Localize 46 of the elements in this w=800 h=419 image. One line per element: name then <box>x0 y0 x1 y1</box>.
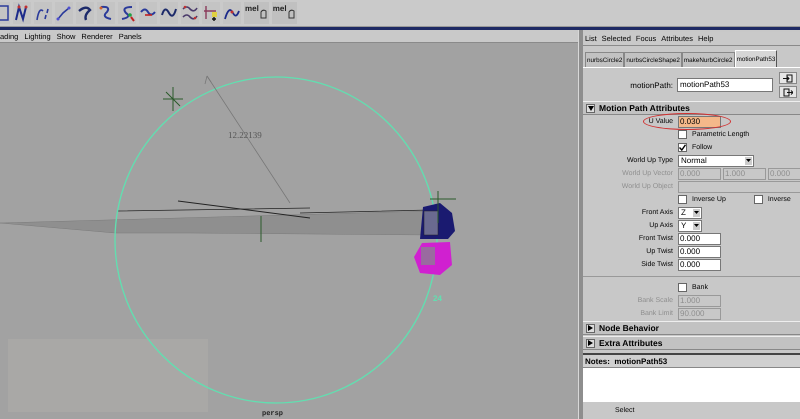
mel-script-button[interactable]: mel <box>272 2 297 24</box>
notes-title: Notes: motionPath53 <box>585 356 668 366</box>
square-icon[interactable] <box>0 2 10 24</box>
copy-node-button[interactable] <box>779 86 797 98</box>
notes-field[interactable] <box>583 367 800 402</box>
curve-tool-icon[interactable] <box>55 2 73 24</box>
checkbox[interactable] <box>678 195 687 204</box>
section-title: Extra Attributes <box>599 338 662 348</box>
value-field[interactable]: 0.000 <box>678 258 721 270</box>
node-name-field[interactable]: motionPath53 <box>677 78 773 92</box>
frame-label: 24 <box>433 294 442 303</box>
expand-toggle[interactable] <box>586 338 595 348</box>
curve-tool-icon[interactable] <box>139 2 157 24</box>
curve-tool-icon[interactable] <box>34 2 52 24</box>
section-title: Node Behavior <box>599 323 659 333</box>
field-label: motionPath: <box>629 80 674 90</box>
curve-tool-icon[interactable] <box>76 2 94 24</box>
caret-icon <box>745 156 752 164</box>
dropdown[interactable]: Y <box>678 220 702 232</box>
curve-tool-icon[interactable] <box>118 2 136 24</box>
curve-tool-icon[interactable] <box>13 2 31 24</box>
value-field[interactable]: 0.000 <box>678 232 721 244</box>
value-field[interactable]: 0.030 <box>678 116 721 128</box>
locator-cross <box>162 86 184 112</box>
curve-tool-icon[interactable] <box>97 2 115 24</box>
collapse-toggle[interactable] <box>586 104 595 112</box>
load-node-button[interactable] <box>779 72 797 84</box>
checkbox[interactable] <box>678 143 687 152</box>
dropdown[interactable]: Normal <box>678 154 754 166</box>
section-title: Motion Path Attributes <box>599 103 690 113</box>
expand-toggle[interactable] <box>586 324 595 332</box>
checkbox[interactable] <box>678 130 687 139</box>
script-icon <box>258 8 268 18</box>
checkbox[interactable] <box>754 195 763 204</box>
checkbox[interactable] <box>678 283 687 292</box>
curve-tool-icon[interactable] <box>181 2 199 24</box>
caret-icon <box>693 222 700 230</box>
value-field[interactable]: 0.000 <box>678 246 721 258</box>
curve-tool-icon[interactable] <box>202 2 220 24</box>
dropdown[interactable]: Z <box>678 206 702 218</box>
mel-script-button[interactable]: mel <box>244 2 269 24</box>
curve-tool-icon[interactable] <box>160 2 178 24</box>
caret-icon <box>693 208 700 216</box>
curve-tool-icon[interactable] <box>223 2 241 24</box>
script-icon <box>286 8 296 18</box>
distance-label: 12.22139 <box>228 130 262 140</box>
